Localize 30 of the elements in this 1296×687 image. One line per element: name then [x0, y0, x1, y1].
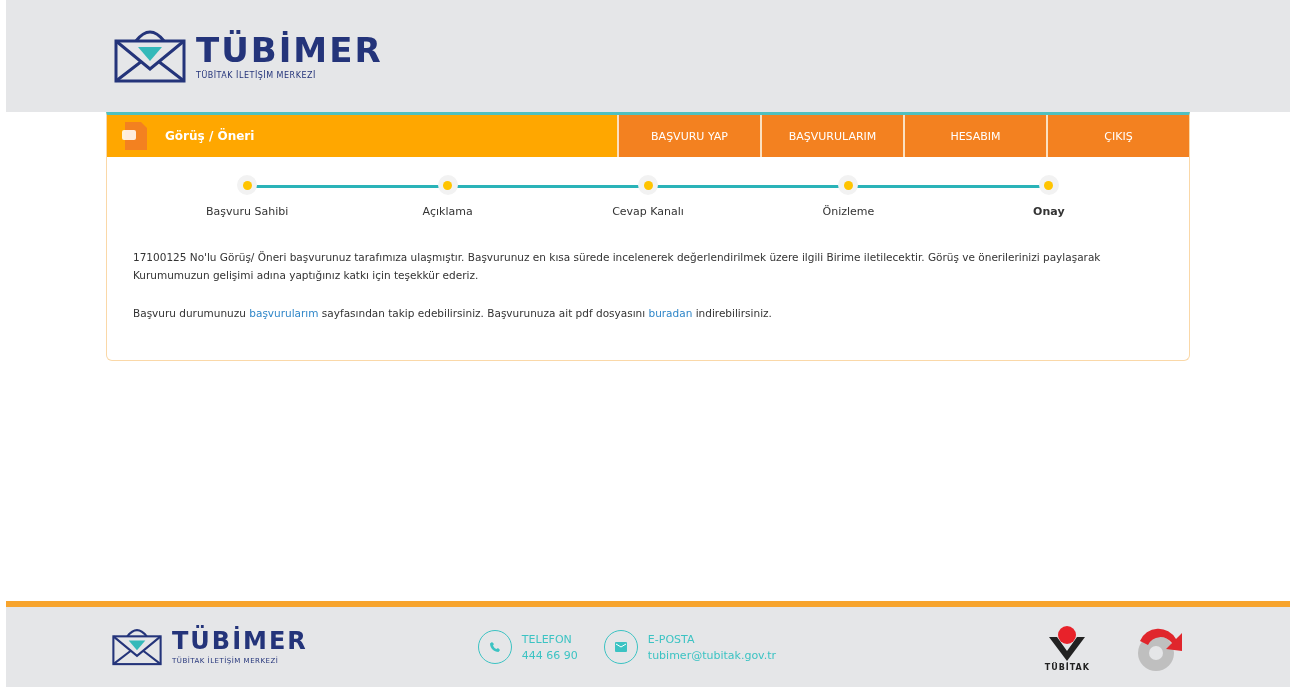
- nav-button[interactable]: BAŞVURU YAP: [617, 115, 760, 157]
- step-label: Önizleme: [822, 205, 875, 218]
- step-label: Başvuru Sahibi: [206, 205, 289, 218]
- logo-name: TÜBİMER: [196, 32, 383, 67]
- contact-label: E-POSTA: [647, 632, 696, 646]
- envelope-logo-icon: [114, 29, 186, 83]
- panel-title: Görüş / Öneri: [165, 129, 255, 143]
- step-dot: [437, 175, 458, 195]
- message-paragraph: 17100125 No'lu Görüş/ Öneri başvurunuz tarafımıza ulaşmıştır. Başvurunuz en kısa sürede incelenerek değerlendirilmek üzere ilgili Birime iletilecektir. Görüş ve önerilerinizi paylaşarak Kurumumuzun gelişimi adına yaptığınız katkı için teşekkür ederiz.: [133, 250, 1102, 283]
- step-dot: [237, 175, 258, 195]
- logo-tagline: TÜBİTAK İLETİŞİM MERKEZİ: [196, 70, 317, 80]
- nav-button[interactable]: HESABIM: [903, 115, 1046, 157]
- message-paragraph: Başvuru durumunuzu başvurularım sayfasından takip edebilirsiniz. Başvurunuza ait pdf dosyasını buradan indirebilirsiniz.: [133, 306, 773, 321]
- nav-button[interactable]: BAŞVURULARIM: [760, 115, 903, 157]
- step-label: Onay: [1033, 205, 1065, 218]
- mail-icon: [614, 642, 627, 652]
- text-link[interactable]: başvurularım: [249, 307, 319, 319]
- contact-value: 444 66 90: [521, 648, 578, 662]
- contact-value: tubimer@tubitak.gov.tr: [647, 648, 777, 662]
- step-dot: [638, 175, 658, 195]
- step-label: Açıklama: [422, 205, 473, 218]
- step-dot: [838, 175, 859, 195]
- envelope-logo-icon: [112, 628, 162, 666]
- text-link[interactable]: buradan: [648, 307, 693, 319]
- phone-icon: [488, 641, 501, 653]
- contact-label: TELEFON: [521, 632, 573, 646]
- step-label: Cevap Kanalı: [612, 205, 684, 218]
- step-dot: [1038, 175, 1059, 195]
- partner-name: TÜBİTAK: [1044, 662, 1090, 672]
- nav-button[interactable]: ÇIKIŞ: [1046, 115, 1189, 157]
